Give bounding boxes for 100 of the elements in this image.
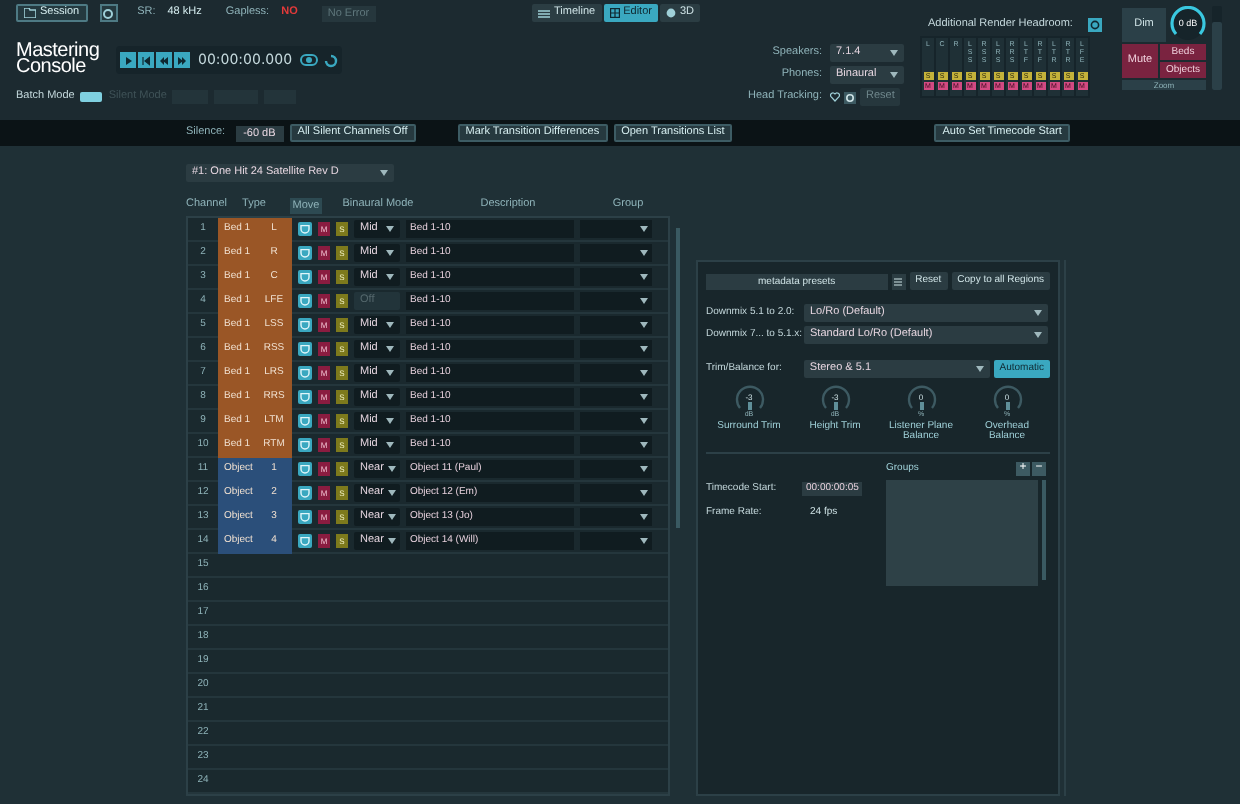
caret-icon — [386, 418, 394, 424]
settings-button[interactable] — [99, 4, 118, 22]
list-icon — [538, 9, 550, 17]
caret-icon — [640, 274, 648, 280]
shield-icon — [300, 344, 310, 354]
shield-icon — [300, 488, 310, 498]
gear-icon — [844, 91, 856, 103]
gain-knob — [1168, 6, 1208, 42]
volume-slider[interactable] — [1212, 22, 1222, 90]
caret-icon — [640, 250, 648, 256]
play-icon — [124, 55, 132, 65]
group-dropdown[interactable] — [580, 340, 652, 358]
group-dropdown[interactable] — [580, 508, 652, 526]
trim-knob — [733, 384, 765, 412]
group-dropdown[interactable] — [580, 412, 652, 430]
group-dropdown[interactable] — [580, 316, 652, 334]
caret-icon — [640, 442, 648, 448]
move-button[interactable] — [298, 510, 312, 524]
group-dropdown[interactable] — [580, 484, 652, 502]
caret-icon — [380, 170, 388, 176]
group-dropdown[interactable] — [580, 532, 652, 550]
play-button[interactable] — [120, 52, 136, 68]
caret-icon — [640, 298, 648, 304]
caret-icon — [387, 490, 396, 496]
caret-icon — [387, 538, 396, 544]
skip-icon — [142, 55, 150, 65]
shield-icon — [300, 320, 310, 330]
caret-icon — [890, 72, 898, 78]
shield-icon — [300, 512, 310, 522]
group-dropdown[interactable] — [580, 436, 652, 454]
group-dropdown[interactable] — [580, 268, 652, 286]
caret-icon — [640, 538, 648, 544]
caret-icon — [387, 466, 396, 472]
caret-icon — [386, 274, 394, 280]
shield-icon — [300, 248, 310, 258]
caret-icon — [387, 514, 396, 520]
move-button[interactable] — [298, 438, 312, 452]
forward-button[interactable] — [174, 52, 190, 68]
move-button[interactable] — [298, 414, 312, 428]
move-button[interactable] — [298, 246, 312, 260]
move-button[interactable] — [298, 462, 312, 476]
menu-icon — [894, 277, 903, 285]
move-button[interactable] — [298, 222, 312, 236]
caret-icon — [640, 394, 648, 400]
shield-icon — [300, 296, 310, 306]
move-button[interactable] — [298, 390, 312, 404]
settings-icon — [102, 7, 115, 19]
scrollbar[interactable] — [676, 228, 680, 528]
caret-icon — [386, 322, 394, 328]
loop-icon — [300, 54, 319, 66]
trim-knob — [991, 384, 1023, 412]
scrollbar[interactable] — [1042, 480, 1046, 580]
caret-icon — [386, 346, 394, 352]
move-button[interactable] — [298, 342, 312, 356]
caret-icon — [640, 226, 648, 232]
caret-icon — [975, 366, 984, 372]
menu-button[interactable] — [891, 273, 906, 289]
rewind-icon — [160, 55, 168, 65]
group-dropdown[interactable] — [580, 220, 652, 238]
caret-icon — [640, 490, 648, 496]
shield-icon — [300, 392, 310, 402]
move-button[interactable] — [298, 534, 312, 548]
sync-icon — [324, 53, 339, 67]
shield-icon — [300, 272, 310, 282]
caret-icon — [386, 250, 394, 256]
caret-icon — [386, 442, 394, 448]
caret-icon — [386, 370, 394, 376]
move-button[interactable] — [298, 318, 312, 332]
shield-icon — [300, 536, 310, 546]
trim-knob — [819, 384, 851, 412]
move-button[interactable] — [298, 270, 312, 284]
caret-icon — [640, 514, 648, 520]
rewind-button[interactable] — [156, 52, 172, 68]
caret-icon — [640, 370, 648, 376]
shield-icon — [300, 368, 310, 378]
caret-icon — [386, 394, 394, 400]
group-dropdown[interactable] — [580, 364, 652, 382]
caret-icon — [1034, 332, 1042, 338]
caret-icon — [640, 346, 648, 352]
group-dropdown[interactable] — [580, 460, 652, 478]
group-dropdown[interactable] — [580, 292, 652, 310]
caret-icon — [386, 226, 394, 232]
folder-icon — [24, 8, 36, 18]
caret-icon — [640, 466, 648, 472]
group-dropdown[interactable] — [580, 388, 652, 406]
heart-icon — [830, 92, 840, 102]
caret-icon — [640, 418, 648, 424]
shield-icon — [300, 416, 310, 426]
sphere-icon — [665, 8, 676, 18]
move-button[interactable] — [298, 294, 312, 308]
group-dropdown[interactable] — [580, 244, 652, 262]
batch-mode-toggle[interactable] — [80, 91, 103, 102]
move-button[interactable] — [298, 486, 312, 500]
skip-button[interactable] — [138, 52, 154, 68]
logo-text: Console — [16, 60, 86, 76]
move-button[interactable] — [298, 366, 312, 380]
shield-icon — [300, 464, 310, 474]
headroom-button[interactable] — [1088, 17, 1103, 32]
shield-icon — [300, 224, 310, 234]
logo-text: Mastering — [16, 44, 102, 60]
